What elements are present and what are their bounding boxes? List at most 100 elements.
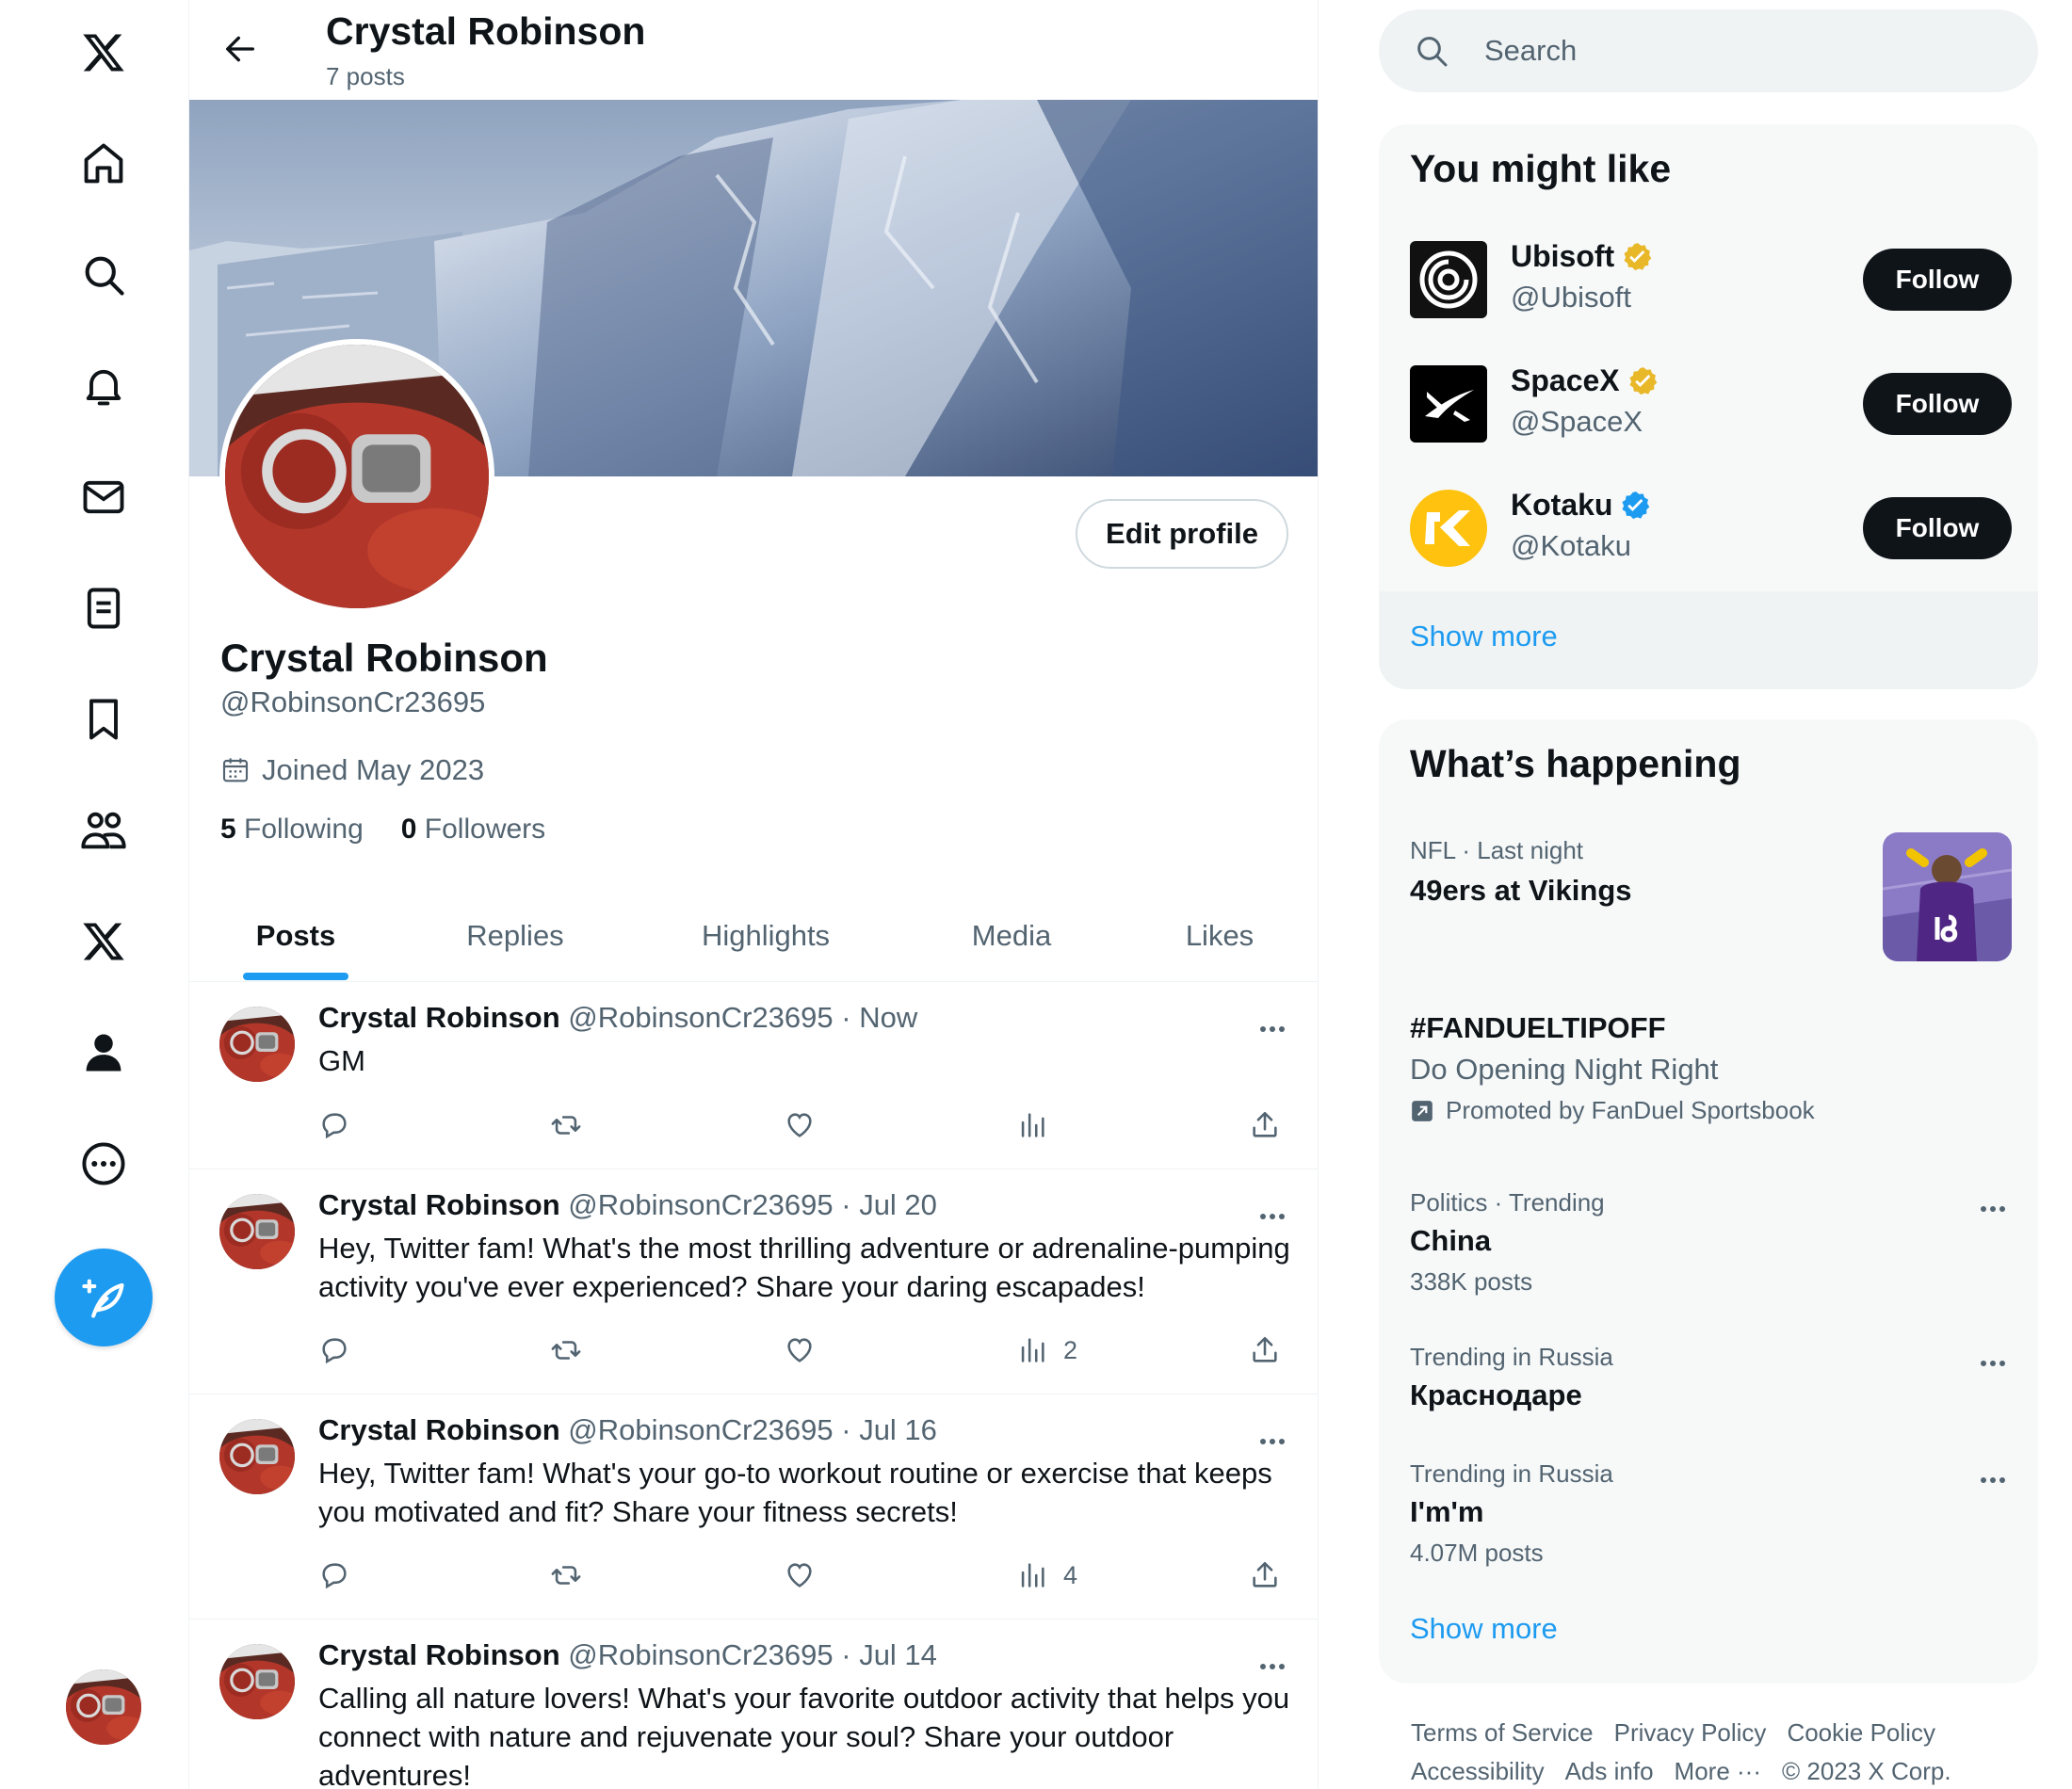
- promoted-label: Promoted by FanDuel Sportsbook: [1410, 1096, 1815, 1125]
- repost-icon: [550, 1109, 582, 1141]
- tab-media[interactable]: Media: [903, 890, 1120, 982]
- arrow-left-icon: [226, 36, 254, 62]
- follow-button[interactable]: Follow: [1863, 249, 2012, 311]
- trend-count: 338K posts: [1410, 1267, 1533, 1296]
- trend-title[interactable]: #FANDUELTIPOFF: [1410, 1011, 1666, 1045]
- more-options-icon[interactable]: [1254, 1020, 1291, 1039]
- account-avatar[interactable]: [66, 1669, 141, 1745]
- repost-button[interactable]: [550, 1106, 582, 1144]
- views-button[interactable]: 2: [1016, 1331, 1077, 1369]
- post-author[interactable]: Crystal Robinson: [318, 1188, 560, 1221]
- edit-profile-button[interactable]: Edit profile: [1076, 499, 1288, 569]
- post-avatar[interactable]: [219, 1007, 295, 1082]
- following-link[interactable]: 5 Following: [220, 814, 364, 846]
- footer-link-more[interactable]: More ···: [1675, 1757, 1761, 1785]
- footer-link-accessibility[interactable]: Accessibility: [1411, 1757, 1545, 1785]
- back-button[interactable]: [218, 26, 263, 72]
- like-button[interactable]: [784, 1556, 816, 1594]
- home-icon[interactable]: [73, 134, 134, 194]
- post-avatar[interactable]: [219, 1644, 295, 1719]
- more-options-icon[interactable]: [1254, 1657, 1291, 1676]
- post-author[interactable]: Crystal Robinson: [318, 1001, 560, 1034]
- repost-icon: [550, 1559, 582, 1591]
- more-options-icon[interactable]: [1254, 1432, 1291, 1451]
- footer-link-cookie[interactable]: Cookie Policy: [1787, 1718, 1935, 1747]
- share-button[interactable]: [1249, 1331, 1281, 1369]
- views-button[interactable]: 4: [1016, 1556, 1077, 1594]
- reply-button[interactable]: [318, 1556, 350, 1594]
- repost-icon: [550, 1334, 582, 1366]
- post[interactable]: Crystal Robinson @RobinsonCr23695 · Jul …: [189, 1169, 1318, 1394]
- views-button[interactable]: [1016, 1106, 1063, 1144]
- post-avatar[interactable]: [219, 1194, 295, 1269]
- you-might-like-card: You might like Ubisoft @Ubisoft Follow S…: [1379, 124, 2038, 689]
- bell-icon[interactable]: [73, 356, 134, 416]
- repost-button[interactable]: [550, 1331, 582, 1369]
- search-bar[interactable]: [1379, 9, 2038, 92]
- post-meta: @RobinsonCr23695 · Jul 16: [568, 1413, 937, 1446]
- x-logo-icon[interactable]: [73, 23, 134, 83]
- more-options-icon[interactable]: [1254, 1207, 1291, 1226]
- follow-button[interactable]: Follow: [1863, 373, 2012, 435]
- followers-link[interactable]: 0 Followers: [401, 814, 545, 846]
- search-input[interactable]: [1484, 9, 1993, 92]
- views-icon: [1016, 1334, 1048, 1366]
- more-options-icon[interactable]: [1972, 1352, 2014, 1375]
- follow-button[interactable]: Follow: [1863, 497, 2012, 559]
- compose-button[interactable]: [55, 1249, 153, 1346]
- mail-icon[interactable]: [73, 467, 134, 527]
- communities-icon[interactable]: [73, 800, 134, 861]
- trend-image[interactable]: [1883, 832, 2012, 961]
- share-icon: [1249, 1109, 1281, 1141]
- footer-links: Terms of Service Privacy Policy Cookie Pol…: [1411, 1714, 2061, 1789]
- suggestion-name[interactable]: SpaceX: [1511, 363, 1659, 398]
- tab-replies[interactable]: Replies: [402, 890, 628, 982]
- search-nav-icon[interactable]: [73, 245, 134, 305]
- share-button[interactable]: [1249, 1556, 1281, 1594]
- suggestion-name[interactable]: Kotaku: [1511, 488, 1652, 523]
- profile-icon[interactable]: [73, 1023, 134, 1083]
- tab-likes[interactable]: Likes: [1120, 890, 1318, 982]
- post[interactable]: Crystal Robinson @RobinsonCr23695 · Now …: [189, 982, 1318, 1169]
- more-options-icon[interactable]: [1972, 1198, 2014, 1220]
- profile-avatar[interactable]: [219, 339, 494, 614]
- post-text: Hey, Twitter fam! What's your go-to work…: [318, 1457, 1272, 1528]
- header-name: Crystal Robinson: [326, 9, 646, 53]
- spacex-avatar[interactable]: [1410, 365, 1487, 443]
- more-options-icon[interactable]: [1972, 1469, 2014, 1491]
- post-author[interactable]: Crystal Robinson: [318, 1638, 560, 1671]
- lists-icon[interactable]: [73, 578, 134, 638]
- verified-gold-icon: [1622, 241, 1654, 273]
- reply-button[interactable]: [318, 1106, 350, 1144]
- left-nav: [0, 0, 188, 1789]
- repost-button[interactable]: [550, 1556, 582, 1594]
- more-circle-icon[interactable]: [73, 1134, 134, 1194]
- tab-highlights[interactable]: Highlights: [628, 890, 903, 982]
- footer-link-terms[interactable]: Terms of Service: [1411, 1718, 1594, 1747]
- premium-x-icon[interactable]: [73, 911, 134, 972]
- footer-link-privacy[interactable]: Privacy Policy: [1614, 1718, 1767, 1747]
- reply-button[interactable]: [318, 1331, 350, 1369]
- suggestion-handle: @Ubisoft: [1511, 281, 1631, 314]
- trend-title[interactable]: China: [1410, 1224, 1491, 1258]
- bookmark-icon[interactable]: [73, 689, 134, 749]
- trend-title[interactable]: 49ers at Vikings: [1410, 874, 1632, 908]
- ubisoft-avatar[interactable]: [1410, 241, 1487, 318]
- footer-link-ads[interactable]: Ads info: [1565, 1757, 1654, 1785]
- trend-title[interactable]: Краснодаре: [1410, 1378, 1582, 1412]
- post-avatar[interactable]: [219, 1419, 295, 1494]
- like-button[interactable]: [784, 1106, 816, 1144]
- trend-meta: Trending in Russia: [1410, 1459, 1613, 1488]
- post[interactable]: Crystal Robinson @RobinsonCr23695 · Jul …: [189, 1394, 1318, 1620]
- tab-posts[interactable]: Posts: [189, 890, 402, 982]
- show-more-link[interactable]: Show more: [1410, 1612, 1558, 1646]
- kotaku-avatar[interactable]: [1410, 490, 1487, 567]
- suggestion-name[interactable]: Ubisoft: [1511, 239, 1654, 274]
- trend-title[interactable]: I'm'm: [1410, 1495, 1483, 1529]
- post-text: Hey, Twitter fam! What's the most thrill…: [318, 1232, 1290, 1303]
- show-more-link[interactable]: Show more: [1410, 620, 1558, 653]
- post-author[interactable]: Crystal Robinson: [318, 1413, 560, 1446]
- share-button[interactable]: [1249, 1106, 1281, 1144]
- post[interactable]: Crystal Robinson @RobinsonCr23695 · Jul …: [189, 1620, 1318, 1789]
- like-button[interactable]: [784, 1331, 816, 1369]
